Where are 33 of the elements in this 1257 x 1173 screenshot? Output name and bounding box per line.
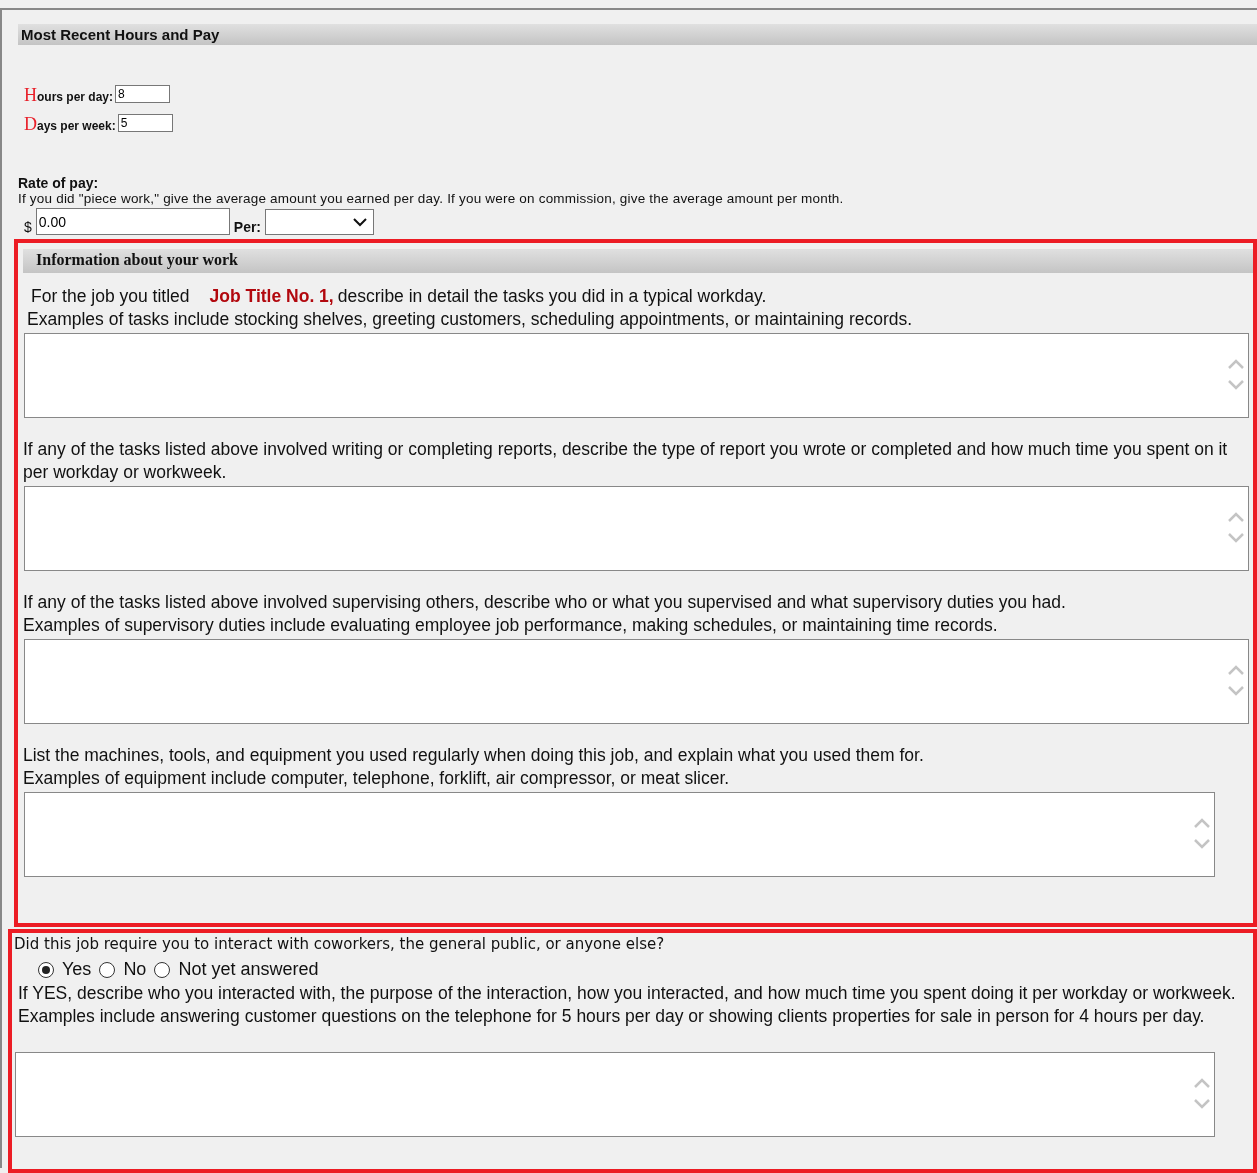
answer-box[interactable]: [15, 1052, 1215, 1137]
hint-text: If you did "piece work," give the average amount you earned per day. If you were on commission, give the average amount per month.: [18, 191, 845, 206]
question-text: For the job you titled Job Title No. 1, describe in detail the tasks you did in a typical workday.: [31, 285, 768, 308]
dropdown[interactable]: [265, 209, 375, 235]
chevron-down-icon: [353, 217, 368, 227]
option-label: No: [123, 959, 147, 980]
answer-box[interactable]: [24, 486, 1249, 571]
currency-symbol: $: [24, 219, 32, 235]
answer-box[interactable]: [24, 333, 1249, 418]
field-label: Rate of pay:: [18, 175, 100, 191]
section-header: Information about your work: [23, 249, 1253, 273]
field-label: Hours per day:: [24, 84, 114, 106]
answer-box[interactable]: [24, 792, 1215, 877]
radio-button[interactable]: [38, 961, 54, 978]
question-text: List the machines, tools, and equipment you used regularly when doing this job, and explain what you used them for.: [23, 744, 925, 767]
question-text: If any of the tasks listed above involved supervising others, describe who or what you supervised and what supervisory duties you had.: [23, 591, 1067, 614]
radio-button[interactable]: [99, 961, 116, 978]
description-text: If YES, describe who you interacted with, the purpose of the interaction, how you interacted, and how much time you spent doing it per workday or workweek. Examples include answering customer questions on the telephone for 5 hours per day or showing clients properties for sale in person for 4 hours per day.: [18, 982, 1237, 1028]
input-field[interactable]: 0.00: [35, 208, 230, 235]
field-label: Per:: [233, 219, 262, 235]
option-label: Not yet answered: [178, 959, 319, 980]
answer-box[interactable]: [24, 639, 1249, 724]
question-text: Examples of supervisory duties include evaluating employee job performance, making schedules, or maintaining time records.: [23, 614, 999, 637]
question-text: Did this job require you to interact with coworkers, the general public, or anyone else?: [14, 935, 666, 953]
section-header: Most Recent Hours and Pay: [18, 24, 1257, 45]
question-text: Examples of tasks include stocking shelves, greeting customers, scheduling appointments, or maintaining records.: [27, 308, 914, 331]
input-field[interactable]: 5: [117, 113, 173, 132]
radio-button[interactable]: [154, 961, 171, 978]
field-label: Days per week:: [24, 113, 116, 135]
question-text: If any of the tasks listed above involved writing or completing reports, describe the type of report you wrote or completed and how much time you spent on it per workday or workweek.: [23, 438, 1229, 484]
input-field[interactable]: 8: [115, 84, 171, 103]
option-label: Yes: [62, 959, 92, 980]
question-text: Examples of equipment include computer, telephone, forklift, air compressor, or meat slicer.: [23, 767, 731, 790]
